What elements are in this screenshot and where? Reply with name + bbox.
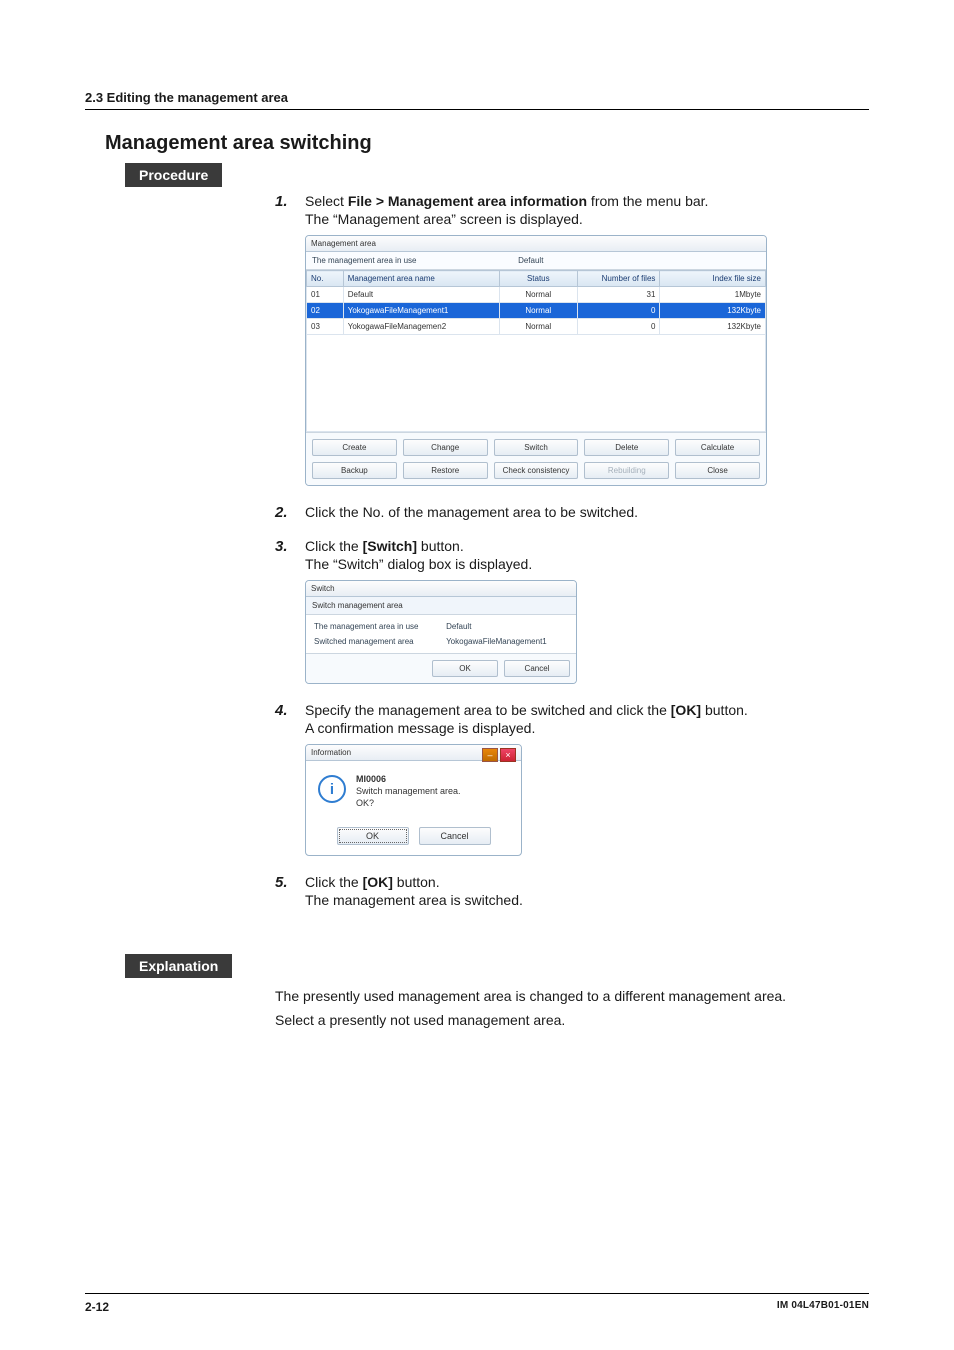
management-area-table: No. Management area name Status Number o… xyxy=(306,270,766,432)
explanation-label: Explanation xyxy=(125,954,232,978)
step-subtext: The “Switch” dialog box is displayed. xyxy=(305,556,869,572)
cell-name: YokogawaFileManagemen2 xyxy=(343,319,499,335)
change-button[interactable]: Change xyxy=(403,439,488,456)
cell-status: Normal xyxy=(499,319,577,335)
close-icon[interactable]: × xyxy=(500,748,516,762)
cell-files: 0 xyxy=(577,303,660,319)
col-no[interactable]: No. xyxy=(307,271,344,287)
backup-button[interactable]: Backup xyxy=(312,462,397,479)
step-text: Click the xyxy=(305,874,363,890)
cell-name: Default xyxy=(343,287,499,303)
dialog-titlebar: Switch xyxy=(306,581,576,597)
step-subtext: The management area is switched. xyxy=(305,892,869,908)
switch-button[interactable]: Switch xyxy=(494,439,579,456)
restore-button[interactable]: Restore xyxy=(403,462,488,479)
step-3: 3. Click the [Switch] button. The “Switc… xyxy=(275,538,869,684)
step-text: from the menu bar. xyxy=(587,193,708,209)
step-number: 3. xyxy=(275,538,288,555)
step-subtext: A confirmation message is displayed. xyxy=(305,720,869,736)
info-icon: i xyxy=(318,775,346,803)
step-text: button. xyxy=(417,538,464,554)
management-area-window: Management area The management area in u… xyxy=(305,235,767,486)
cell-no: 03 xyxy=(307,319,344,335)
step-text-bold: File > Management area information xyxy=(348,193,587,209)
explanation-text: The presently used management area is ch… xyxy=(275,986,869,1008)
col-status[interactable]: Status xyxy=(499,271,577,287)
dialog-titlebar: Information – × xyxy=(306,745,521,761)
step-subtext: The “Management area” screen is displaye… xyxy=(305,211,869,227)
page-title: Management area switching xyxy=(105,132,869,155)
dialog-header: Switch management area xyxy=(306,597,576,615)
explanation-text: Select a presently not used management a… xyxy=(275,1010,869,1032)
step-text: Click the xyxy=(305,538,363,554)
calculate-button[interactable]: Calculate xyxy=(675,439,760,456)
in-use-value: Default xyxy=(518,256,543,265)
step-text: button. xyxy=(393,874,440,890)
step-1: 1. Select File > Management area informa… xyxy=(275,193,869,486)
check-consistency-button[interactable]: Check consistency xyxy=(494,462,579,479)
cell-index: 132Kbyte xyxy=(660,303,766,319)
message-text: Switch management area. OK? xyxy=(356,785,472,809)
table-row[interactable]: 03 YokogawaFileManagemen2 Normal 0 132Kb… xyxy=(307,319,766,335)
delete-button[interactable]: Delete xyxy=(584,439,669,456)
window-titlebar: Management area xyxy=(306,236,766,252)
page-footer: 2-12 IM 04L47B01-01EN xyxy=(85,1293,869,1314)
cell-no: 02 xyxy=(307,303,344,319)
section-breadcrumb: 2.3 Editing the management area xyxy=(85,90,869,110)
step-number: 1. xyxy=(275,193,288,210)
cell-no: 01 xyxy=(307,287,344,303)
step-text-bold: [OK] xyxy=(671,702,701,718)
message-code: MI0006 xyxy=(356,773,472,785)
cell-status: Normal xyxy=(499,303,577,319)
procedure-label: Procedure xyxy=(125,163,222,187)
create-button[interactable]: Create xyxy=(312,439,397,456)
switch-dialog: Switch Switch management area The manage… xyxy=(305,580,577,684)
cancel-button[interactable]: Cancel xyxy=(504,660,570,677)
cell-status: Normal xyxy=(499,287,577,303)
table-row[interactable]: 01 Default Normal 31 1Mbyte xyxy=(307,287,766,303)
doc-id: IM 04L47B01-01EN xyxy=(777,1300,869,1314)
col-index[interactable]: Index file size xyxy=(660,271,766,287)
step-text: Specify the management area to be switch… xyxy=(305,702,671,718)
rebuilding-button: Rebuilding xyxy=(584,462,669,479)
step-text: button. xyxy=(701,702,748,718)
step-text: Select xyxy=(305,193,348,209)
step-text-bold: [OK] xyxy=(363,874,393,890)
cancel-button[interactable]: Cancel xyxy=(419,827,491,845)
col-files[interactable]: Number of files xyxy=(577,271,660,287)
step-number: 4. xyxy=(275,702,288,719)
cell-files: 0 xyxy=(577,319,660,335)
step-5: 5. Click the [OK] button. The management… xyxy=(275,874,869,908)
minimize-icon[interactable]: – xyxy=(482,748,498,762)
step-4: 4. Specify the management area to be swi… xyxy=(275,702,869,856)
in-use-label: The management area in use xyxy=(312,256,518,265)
step-2: 2. Click the No. of the management area … xyxy=(275,504,869,520)
ok-button[interactable]: OK xyxy=(337,827,409,845)
step-text: Click the No. of the management area to … xyxy=(305,504,869,520)
in-use-label: The management area in use xyxy=(314,622,446,631)
step-number: 5. xyxy=(275,874,288,891)
dialog-title-text: Information xyxy=(311,748,351,757)
in-use-value: Default xyxy=(446,622,471,631)
step-number: 2. xyxy=(275,504,288,521)
switched-label: Switched management area xyxy=(314,637,446,646)
step-text-bold: [Switch] xyxy=(363,538,417,554)
cell-index: 132Kbyte xyxy=(660,319,766,335)
cell-name: YokogawaFileManagement1 xyxy=(343,303,499,319)
close-button[interactable]: Close xyxy=(675,462,760,479)
switched-value[interactable]: YokogawaFileManagement1 xyxy=(446,637,547,646)
cell-index: 1Mbyte xyxy=(660,287,766,303)
table-row[interactable]: 02 YokogawaFileManagement1 Normal 0 132K… xyxy=(307,303,766,319)
page-number: 2-12 xyxy=(85,1300,109,1314)
ok-button[interactable]: OK xyxy=(432,660,498,677)
information-dialog: Information – × i MI0006 Switch manageme… xyxy=(305,744,522,856)
cell-files: 31 xyxy=(577,287,660,303)
col-name[interactable]: Management area name xyxy=(343,271,499,287)
